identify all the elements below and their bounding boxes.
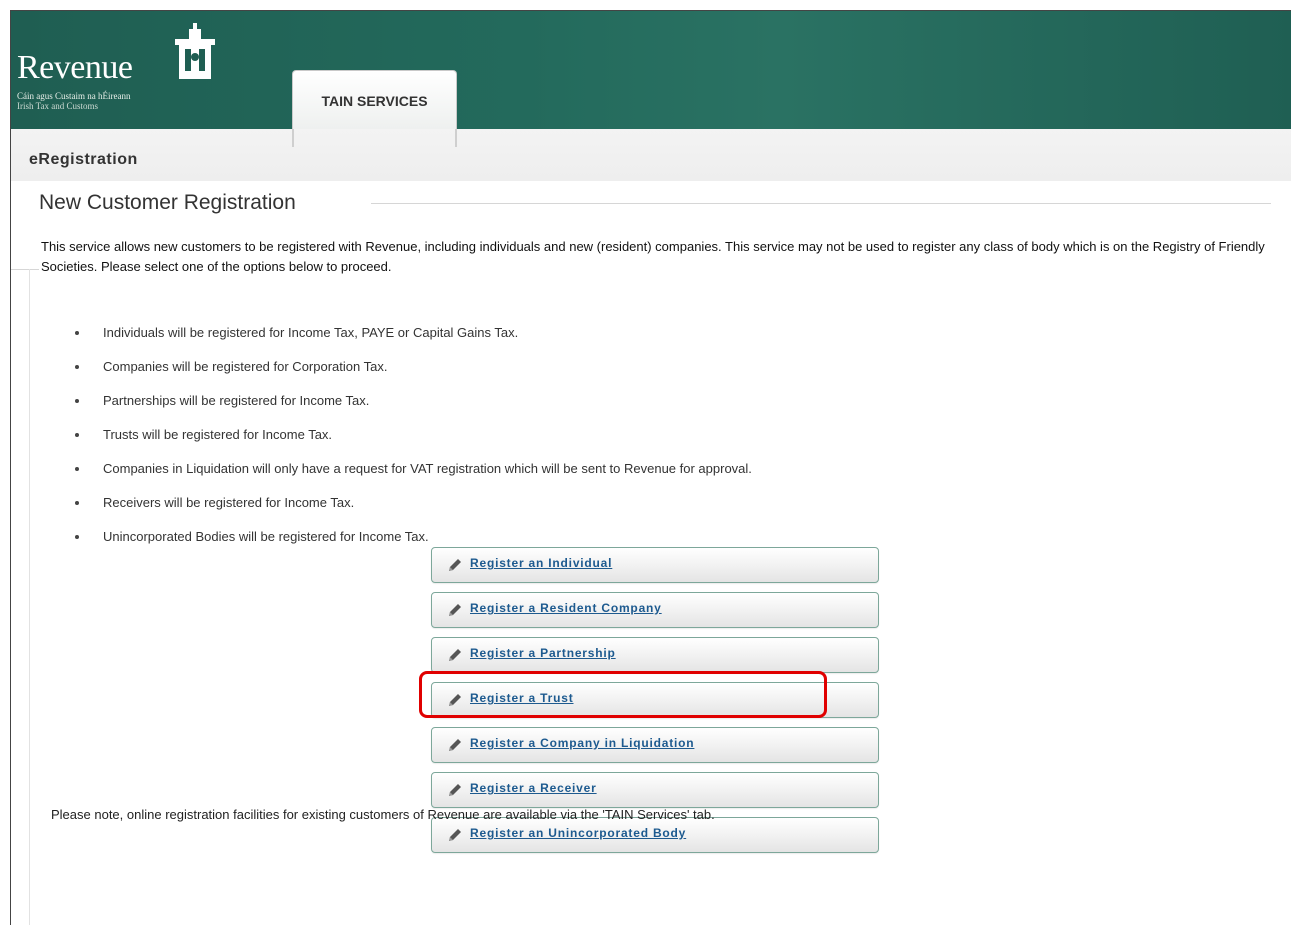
tab-label: TAIN SERVICES	[321, 93, 428, 109]
bullet-icon	[75, 535, 79, 539]
list-item-text: Trusts will be registered for Income Tax…	[103, 427, 333, 442]
pencil-icon	[449, 829, 461, 841]
list-item: Receivers will be registered for Income …	[71, 493, 752, 527]
list-item-text: Individuals will be registered for Incom…	[103, 325, 519, 340]
site-header: Revenue Cáin agus Custaim na hÉireann Ir…	[11, 11, 1291, 129]
list-item-text: Partnerships will be registered for Inco…	[103, 393, 370, 408]
registration-info-list: Individuals will be registered for Incom…	[71, 323, 752, 561]
button-label[interactable]: Register a Receiver	[470, 781, 597, 795]
list-item: Trusts will be registered for Income Tax…	[71, 425, 752, 459]
register-unincorporated-body-button[interactable]: Register an Unincorporated Body	[431, 817, 879, 853]
register-company-in-liquidation-button[interactable]: Register a Company in Liquidation	[431, 727, 879, 763]
bullet-icon	[75, 331, 79, 335]
page-heading: New Customer Registration	[39, 191, 296, 214]
logo-wordmark: Revenue	[17, 49, 133, 86]
intro-text: This service allows new customers to be …	[41, 239, 1265, 274]
pencil-icon	[449, 739, 461, 751]
register-individual-button[interactable]: Register an Individual	[431, 547, 879, 583]
button-label[interactable]: Register a Resident Company	[470, 601, 662, 615]
tab-edge-right	[455, 129, 457, 147]
list-item: Partnerships will be registered for Inco…	[71, 391, 752, 425]
bullet-icon	[75, 365, 79, 369]
bullet-icon	[75, 433, 79, 437]
logo-subtitle-irish: Cáin agus Custaim na hÉireann	[17, 91, 131, 101]
list-item-text: Companies in Liquidation will only have …	[103, 461, 752, 476]
list-item: Companies will be registered for Corpora…	[71, 357, 752, 391]
customs-house-icon	[175, 23, 215, 79]
list-item-text: Receivers will be registered for Income …	[103, 495, 355, 510]
fieldset-border-top	[11, 269, 39, 270]
list-item: Companies in Liquidation will only have …	[71, 459, 752, 493]
button-label[interactable]: Register an Unincorporated Body	[470, 826, 686, 840]
list-item-text: Companies will be registered for Corpora…	[103, 359, 388, 374]
logo-subtitle-english: Irish Tax and Customs	[17, 101, 98, 111]
bullet-icon	[75, 467, 79, 471]
footer-note: Please note, online registration facilit…	[51, 807, 715, 822]
bullet-icon	[75, 501, 79, 505]
register-receiver-button[interactable]: Register a Receiver	[431, 772, 879, 808]
pencil-icon	[449, 559, 461, 571]
revenue-logo[interactable]: Revenue Cáin agus Custaim na hÉireann Ir…	[15, 23, 220, 123]
bullet-icon	[75, 399, 79, 403]
trust-highlight-box	[419, 671, 827, 718]
register-partnership-button[interactable]: Register a Partnership	[431, 637, 879, 673]
pencil-icon	[449, 604, 461, 616]
tab-edge-left	[292, 129, 294, 147]
section-title: eRegistration	[29, 151, 138, 168]
button-label[interactable]: Register a Partnership	[470, 646, 616, 660]
tab-tain-services[interactable]: TAIN SERVICES	[292, 70, 457, 129]
pencil-icon	[449, 784, 461, 796]
list-item: Individuals will be registered for Incom…	[71, 323, 752, 357]
button-label[interactable]: Register an Individual	[470, 556, 612, 570]
register-resident-company-button[interactable]: Register a Resident Company	[431, 592, 879, 628]
eregistration-bar	[11, 129, 1291, 181]
pencil-icon	[449, 649, 461, 661]
fieldset-border-left	[29, 269, 30, 925]
page-frame: Revenue Cáin agus Custaim na hÉireann Ir…	[10, 10, 1291, 925]
list-item-text: Unincorporated Bodies will be registered…	[103, 529, 429, 544]
heading-divider	[371, 203, 1271, 204]
button-label[interactable]: Register a Company in Liquidation	[470, 736, 694, 750]
